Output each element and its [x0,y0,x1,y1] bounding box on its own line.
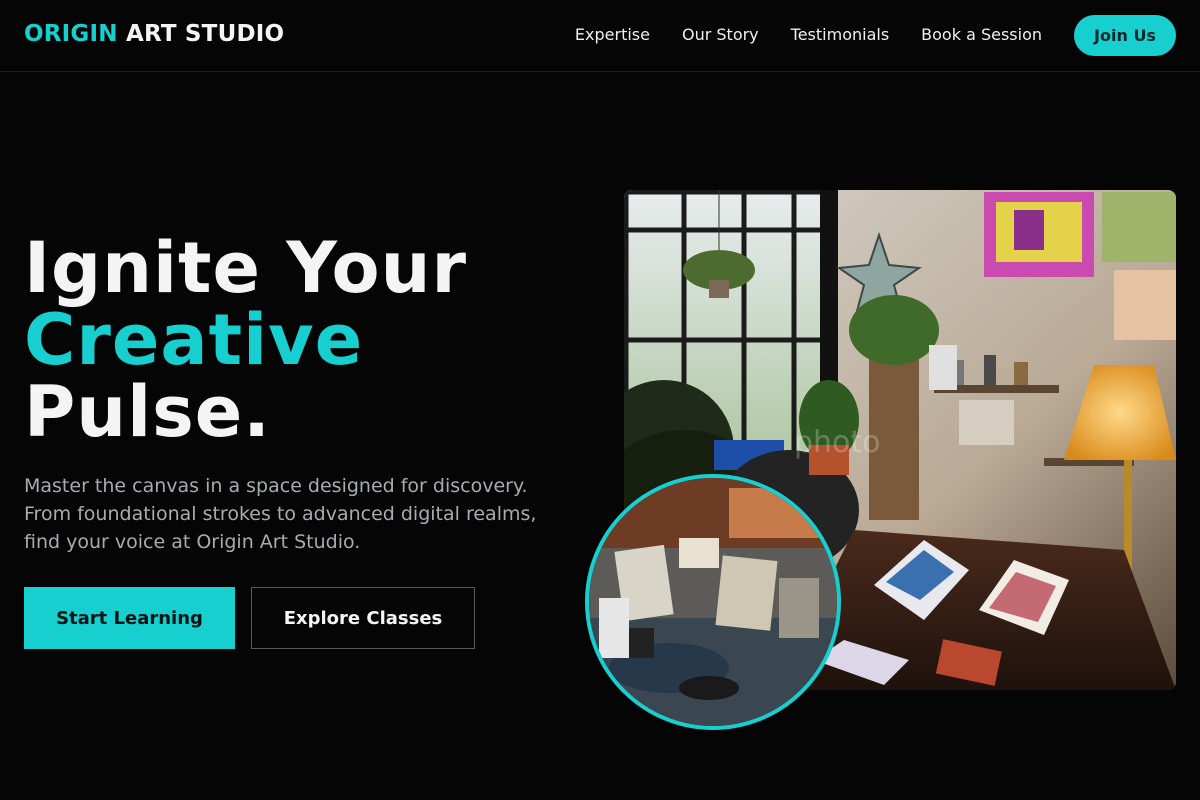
logo-accent-text: ORIGIN [24,21,118,47]
nav-link-expertise[interactable]: Expertise [575,25,650,44]
nav-links: Expertise Our Story Testimonials Book a … [575,25,1042,44]
nav-link-book-session[interactable]: Book a Session [921,25,1042,44]
top-navbar: ORIGIN ART STUDIO Expertise Our Story Te… [0,0,1200,72]
brand-logo[interactable]: ORIGIN ART STUDIO [24,21,284,47]
start-learning-button[interactable]: Start Learning [24,587,235,649]
join-us-button[interactable]: Join Us [1074,15,1176,56]
studio-overhead-photo [585,474,841,730]
hero-headline: Ignite Your Creative Pulse. [24,232,467,448]
headline-line-3: Pulse. [24,371,271,453]
svg-text:photo: photo [794,425,881,460]
headline-line-1: Ignite Your [24,227,467,309]
headline-line-2: Creative [24,299,364,381]
nav-link-testimonials[interactable]: Testimonials [791,25,890,44]
nav-link-our-story[interactable]: Our Story [682,25,759,44]
explore-classes-button[interactable]: Explore Classes [251,587,475,649]
hero-subtext: Master the canvas in a space designed fo… [24,475,537,553]
logo-rest-text: ART STUDIO [125,21,285,47]
